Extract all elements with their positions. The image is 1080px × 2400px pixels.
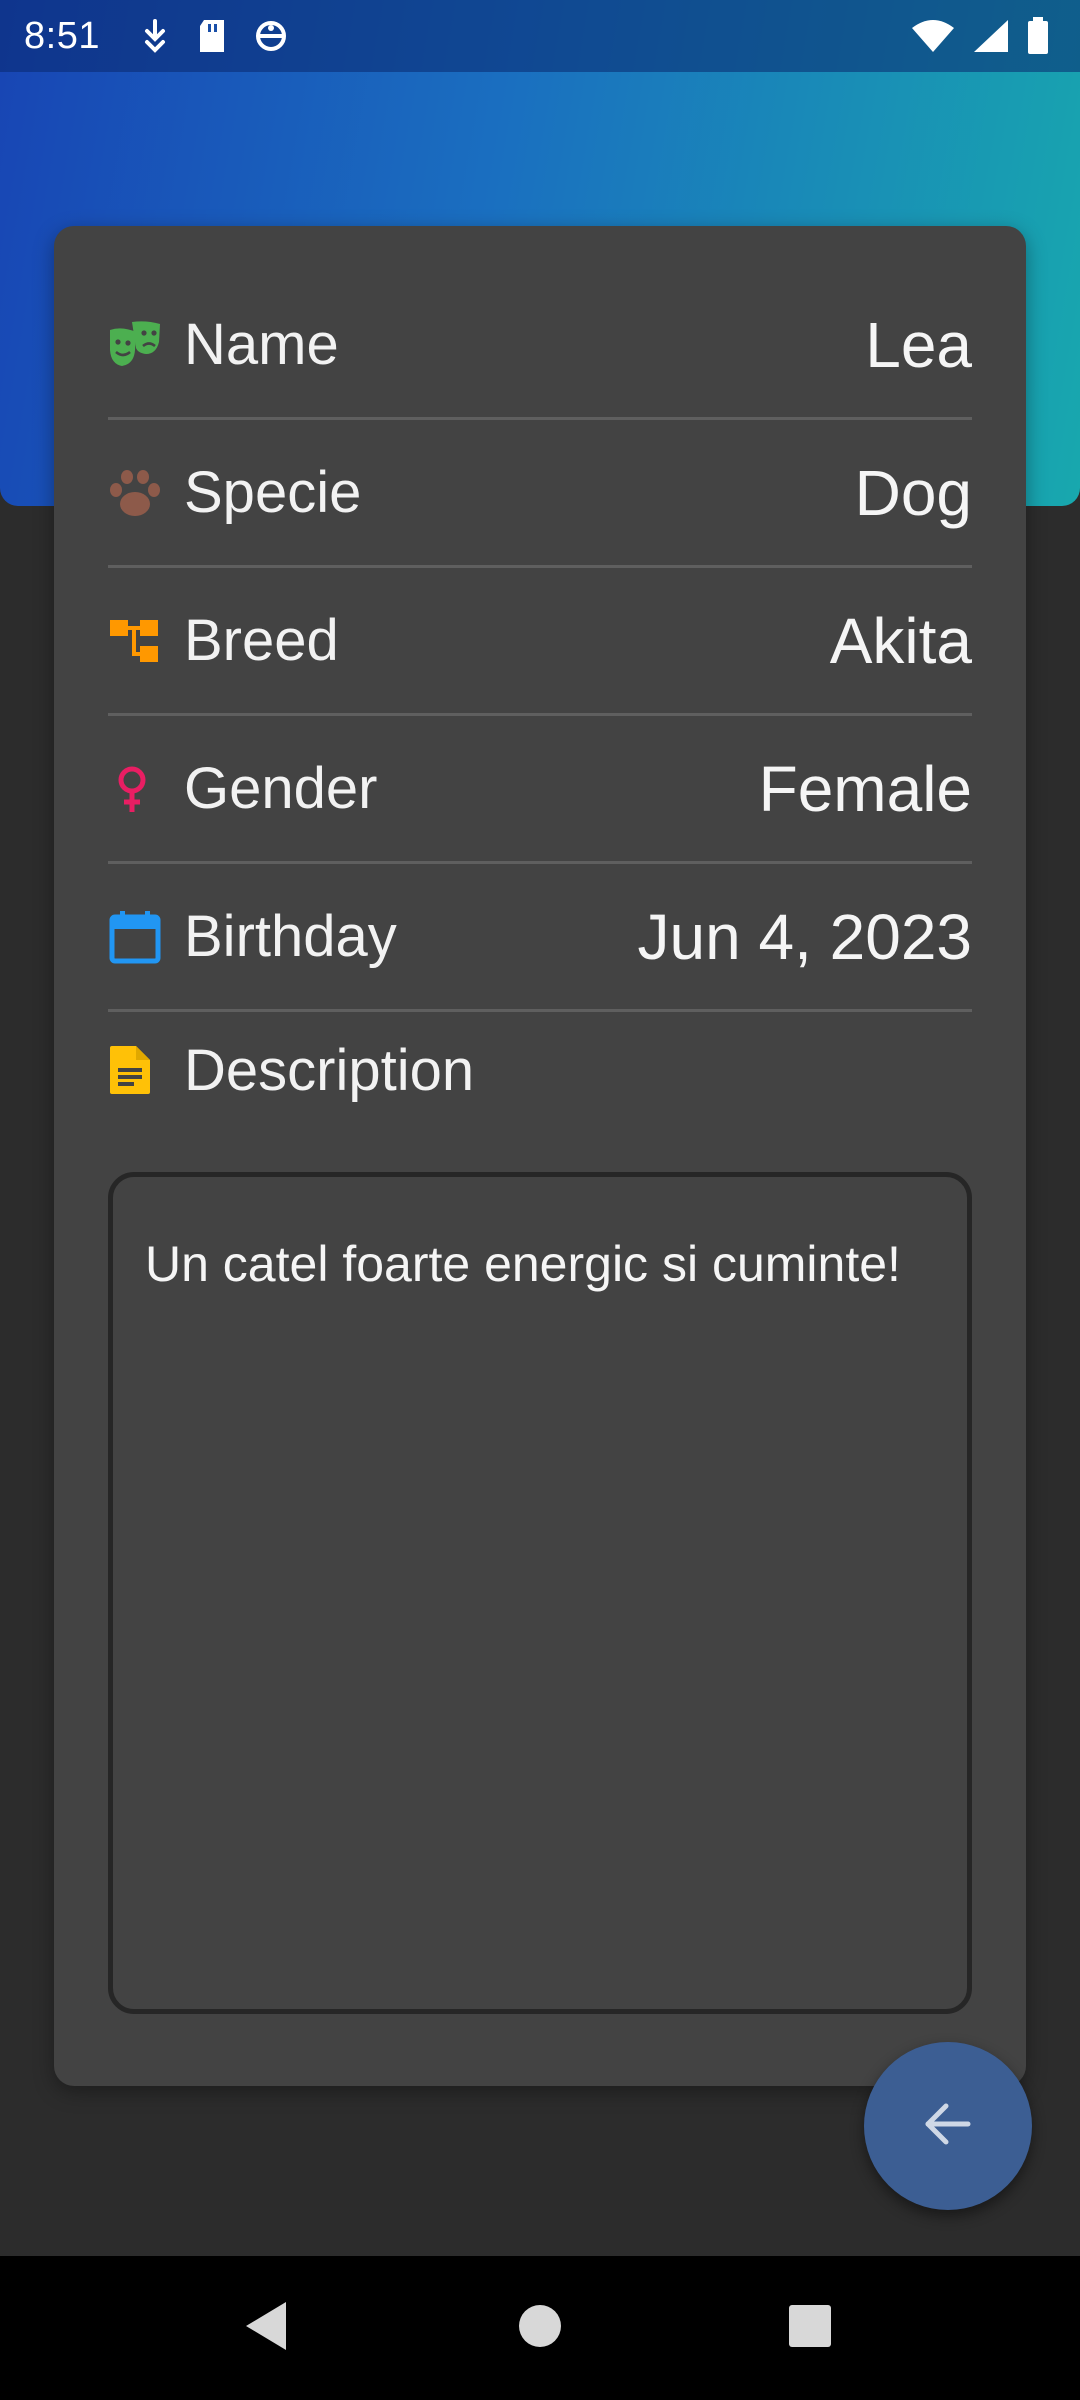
status-time: 8:51 <box>24 14 100 57</box>
description-label: Description <box>184 1037 475 1103</box>
breed-tree-icon <box>108 611 168 671</box>
detail-row-gender: Gender Female <box>108 716 972 864</box>
accessibility-icon <box>254 18 288 54</box>
status-icons-left <box>140 18 288 54</box>
download-icon <box>140 18 170 54</box>
pet-detail-screen: 8:51 Name Lea Specie Dog Breed Akita Gen… <box>0 0 1080 2400</box>
birthday-value: Jun 4, 2023 <box>637 900 973 973</box>
detail-row-breed: Breed Akita <box>108 568 972 716</box>
document-icon <box>108 1040 168 1100</box>
sd-card-icon <box>196 18 228 54</box>
gender-value: Female <box>758 752 972 825</box>
calendar-icon <box>108 907 168 967</box>
status-icons-right <box>910 17 1050 55</box>
name-label: Name <box>184 312 339 377</box>
female-icon <box>108 759 168 819</box>
wifi-icon <box>910 18 956 54</box>
recents-square-icon <box>787 2303 833 2354</box>
home-circle-icon <box>517 2303 563 2354</box>
description-header: Description <box>108 1020 972 1120</box>
description-text-area[interactable]: Un catel foarte energic si cuminte! <box>108 1172 972 2014</box>
signal-icon <box>972 18 1010 54</box>
gender-label: Gender <box>184 756 378 821</box>
system-nav-bar <box>0 2256 1080 2400</box>
nav-back-button[interactable] <box>206 2256 326 2400</box>
breed-value: Akita <box>829 604 972 677</box>
back-triangle-icon <box>242 2300 290 2357</box>
nav-recents-button[interactable] <box>750 2256 870 2400</box>
status-bar: 8:51 <box>0 0 1080 72</box>
battery-icon <box>1026 17 1050 55</box>
masks-icon <box>108 315 168 375</box>
detail-row-birthday: Birthday Jun 4, 2023 <box>108 864 972 1012</box>
specie-value: Dog <box>854 456 972 529</box>
birthday-label: Birthday <box>184 904 397 969</box>
detail-row-specie: Specie Dog <box>108 420 972 568</box>
nav-home-button[interactable] <box>480 2256 600 2400</box>
name-value: Lea <box>865 308 972 381</box>
back-fab-button[interactable] <box>864 2042 1032 2210</box>
arrow-back-icon <box>920 2096 976 2157</box>
breed-label: Breed <box>184 608 339 673</box>
description-text: Un catel foarte energic si cuminte! <box>145 1236 901 1292</box>
detail-row-name: Name Lea <box>108 272 972 420</box>
pet-details-card: Name Lea Specie Dog Breed Akita Gender F… <box>54 226 1026 2086</box>
paw-icon <box>108 463 168 523</box>
specie-label: Specie <box>184 460 362 525</box>
